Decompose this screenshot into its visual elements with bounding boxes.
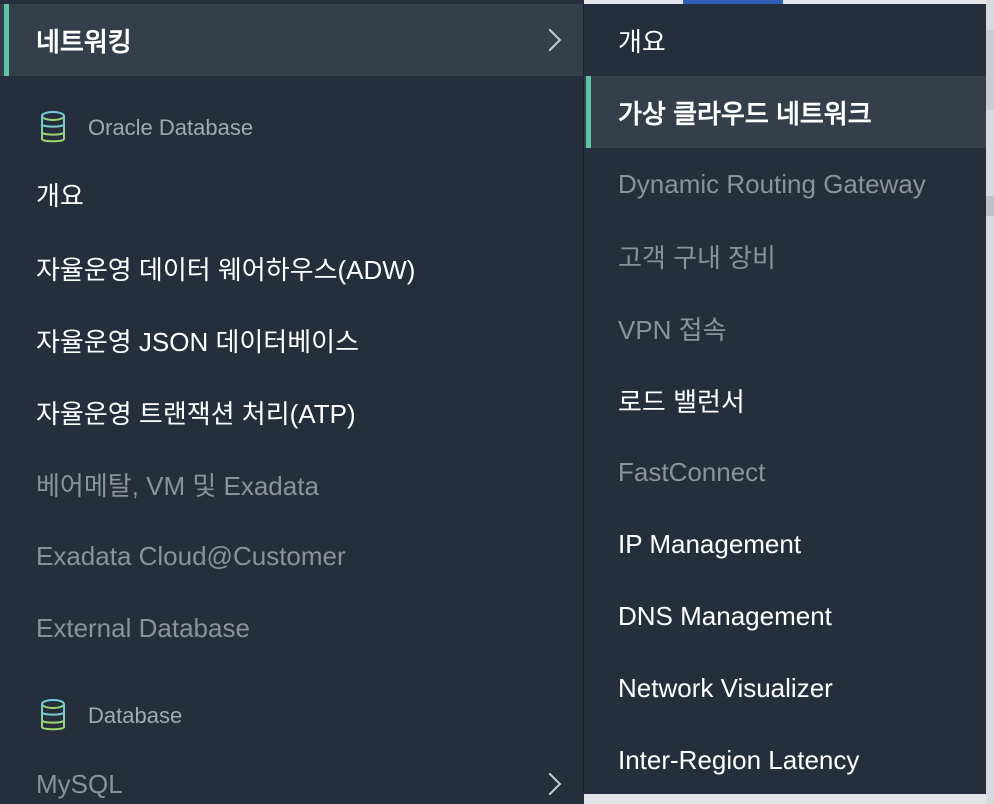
menu-item-label: 자율운영 데이터 웨어하우스(ADW) (36, 254, 416, 285)
menu-item-adw[interactable]: 자율운영 데이터 웨어하우스(ADW) (0, 232, 584, 304)
chevron-right-icon (538, 28, 562, 52)
menu-item-networking[interactable]: 네트워킹 (0, 4, 584, 76)
section-header-oracle-database: Oracle Database (0, 98, 584, 158)
section-header-database: Database (0, 686, 584, 746)
menu-item-label: MySQL (36, 768, 123, 799)
submenu-item-label: Network Visualizer (618, 672, 833, 703)
menu-item-label: External Database (36, 612, 250, 643)
menu-item-external-database[interactable]: External Database (0, 592, 584, 664)
submenu-item-ip-management[interactable]: IP Management (584, 508, 986, 580)
submenu-item-dns-management[interactable]: DNS Management (584, 580, 986, 652)
submenu-item-dynamic-routing-gateway[interactable]: Dynamic Routing Gateway (584, 148, 986, 220)
submenu-item-overview[interactable]: 개요 (584, 4, 986, 76)
submenu-item-fastconnect[interactable]: FastConnect (584, 436, 986, 508)
menu-item-label: 개요 (36, 180, 84, 211)
menu-item-exadata-cloud-customer[interactable]: Exadata Cloud@Customer (0, 520, 584, 592)
submenu-item-label: DNS Management (618, 600, 832, 631)
submenu-item-label: 가상 클라우드 네트워크 (618, 98, 872, 129)
submenu-item-label: FastConnect (618, 456, 766, 487)
menu-item-overview[interactable]: 개요 (0, 158, 584, 230)
submenu-item-label: Inter-Region Latency (618, 744, 860, 775)
submenu-item-virtual-cloud-network[interactable]: 가상 클라우드 네트워크 (584, 76, 986, 148)
submenu-item-label: VPN 접속 (618, 314, 727, 345)
submenu-item-label: IP Management (618, 528, 802, 559)
chevron-right-icon (538, 772, 562, 796)
background-page-scrollbar[interactable] (986, 196, 994, 216)
menu-item-label: 네트워킹 (36, 26, 132, 57)
networking-submenu: 개요 가상 클라우드 네트워크 Dynamic Routing Gateway … (584, 4, 986, 794)
menu-item-atp[interactable]: 자율운영 트랜잭션 처리(ATP) (0, 376, 584, 448)
submenu-item-load-balancer[interactable]: 로드 밸런서 (584, 364, 986, 436)
menu-item-label: 자율운영 JSON 데이터베이스 (36, 326, 359, 357)
menu-item-label: Exadata Cloud@Customer (36, 540, 346, 571)
submenu-item-label: 로드 밸런서 (618, 386, 745, 417)
submenu-item-label: 고객 구내 장비 (618, 242, 776, 273)
menu-item-label: 자율운영 트랜잭션 처리(ATP) (36, 398, 356, 429)
menu-item-mysql[interactable]: MySQL (0, 748, 584, 804)
database-icon (41, 699, 65, 731)
background-page-panel (986, 30, 994, 110)
submenu-item-label: 개요 (618, 26, 666, 57)
submenu-item-inter-region-latency[interactable]: Inter-Region Latency (584, 724, 986, 794)
menu-item-json-database[interactable]: 자율운영 JSON 데이터베이스 (0, 304, 584, 376)
menu-item-bare-metal-vm-exadata[interactable]: 베어메탈, VM 및 Exadata (0, 448, 584, 520)
section-title: Oracle Database (88, 115, 254, 140)
submenu-item-customer-premises-equipment[interactable]: 고객 구내 장비 (584, 220, 986, 292)
section-title: Database (88, 703, 183, 728)
database-icon (41, 111, 65, 143)
primary-navigation-menu: 네트워킹 Oracle Database 개요 자율운영 데이터 웨어하우스(A… (0, 0, 584, 804)
submenu-item-network-visualizer[interactable]: Network Visualizer (584, 652, 986, 724)
submenu-item-vpn-connection[interactable]: VPN 접속 (584, 292, 986, 364)
menu-item-label: 베어메탈, VM 및 Exadata (36, 470, 319, 501)
background-page (986, 0, 994, 804)
submenu-item-label: Dynamic Routing Gateway (618, 168, 926, 199)
